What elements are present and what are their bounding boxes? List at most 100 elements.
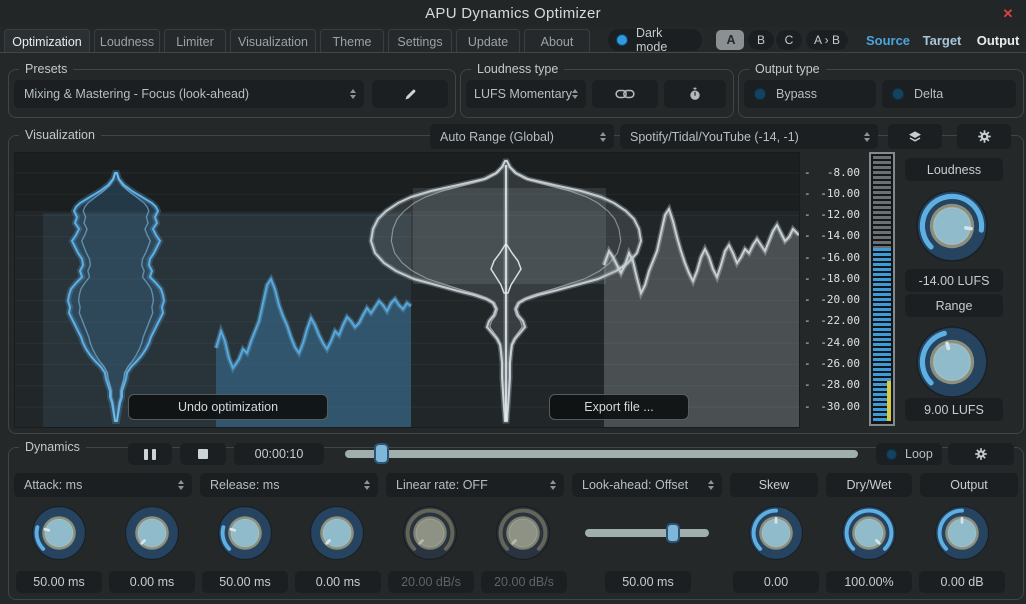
dark-mode-radio-icon [616,34,628,46]
attack-mode-select[interactable]: Attack: ms [14,473,192,497]
target-preset-select[interactable]: Spotify/Tidal/YouTube (-14, -1) [620,124,878,149]
release-knob-1[interactable] [217,505,273,561]
look-ahead-slider-handle[interactable] [666,523,680,543]
tab-about[interactable]: About [524,29,590,53]
tab-update[interactable]: Update [456,29,520,53]
integration-time-button[interactable] [664,80,726,108]
export-file-button[interactable]: Export file ... [549,394,689,420]
transport-time-display: 00:00:10 [234,443,324,465]
dry-wet-knob[interactable] [841,505,897,561]
target-range-value: 9.00 LUFS [905,398,1003,421]
preset-select-value: Mixing & Mastering - Focus (look-ahead) [24,87,249,101]
skew-label: Skew [730,473,818,497]
undo-optimization-button[interactable]: Undo optimization [128,394,328,420]
db-scale-label: --12.00 [798,208,862,222]
bypass-radio-icon [754,88,766,100]
delta-radio-icon [892,88,904,100]
tab-settings[interactable]: Settings [388,29,452,53]
target-preset-value: Spotify/Tidal/YouTube (-14, -1) [630,130,799,144]
monitor-output-button[interactable]: Output [970,30,1026,50]
edit-preset-button[interactable] [372,80,448,108]
title-bar: APU Dynamics Optimizer [0,0,1026,27]
target-loudness-value: -14.00 LUFS [905,269,1003,292]
release-value-1: 50.00 ms [202,571,288,593]
preset-slot-a-button[interactable]: A [716,30,744,50]
dark-mode-toggle[interactable]: Dark mode [608,29,702,51]
db-scale-label: --10.00 [798,186,862,200]
dark-mode-label: Dark mode [636,26,694,54]
visualization-settings-button[interactable] [957,124,1011,149]
preset-slot-c-button[interactable]: C [776,30,802,50]
tab-optimization[interactable]: Optimization [4,29,90,53]
delta-toggle[interactable]: Delta [882,80,1016,108]
tab-loudness[interactable]: Loudness [94,29,160,53]
loop-label: Loop [905,447,933,461]
monitor-target-button[interactable]: Target [916,30,968,50]
monitor-source-button[interactable]: Source [862,30,914,50]
transport-slider[interactable] [345,450,858,458]
release-knob-2[interactable] [309,505,365,561]
loudness-type-select[interactable]: LUFS Momentary [466,80,586,108]
output-value: 0.00 dB [919,571,1005,593]
link-channels-button[interactable] [592,80,658,108]
spinner-icon [600,132,606,142]
linear-rate-value-1: 20.00 dB/s [388,571,474,593]
target-loudness-label: Loudness [905,158,1003,181]
copy-a-to-b-button[interactable]: A › B [806,30,848,50]
gear-icon [974,447,988,461]
bypass-toggle[interactable]: Bypass [744,80,876,108]
loudness-meter [869,152,895,426]
delta-label: Delta [914,87,943,101]
loop-radio-icon [886,449,897,460]
tab-visualization[interactable]: Visualization [230,29,316,53]
target-loudness-knob[interactable] [915,189,989,263]
layers-button[interactable] [888,124,942,149]
dry-wet-value: 100.00% [826,571,912,593]
attack-knob-2[interactable] [124,505,180,561]
db-scale-label: --14.00 [798,229,862,243]
output-label: Output [920,473,1018,497]
tab-limiter[interactable]: Limiter [164,29,226,53]
preset-slot-b-button[interactable]: B [748,30,774,50]
presets-legend: Presets [19,62,73,76]
target-range-knob[interactable] [915,325,989,399]
db-scale-label: --30.00 [798,399,862,413]
dynamics-settings-button[interactable] [948,443,1014,465]
close-icon[interactable]: ✕ [998,5,1018,23]
linear-rate-knob-2 [495,505,551,561]
link-icon [615,89,635,99]
db-scale-label: --28.00 [798,378,862,392]
linear-rate-value: Linear rate: OFF [396,478,488,492]
attack-knob-1[interactable] [31,505,87,561]
stop-button[interactable] [180,443,226,465]
dry-wet-label: Dry/Wet [826,473,912,497]
stop-icon [198,449,208,459]
output-knob[interactable] [934,505,990,561]
spinner-icon [708,480,714,490]
preset-select[interactable]: Mixing & Mastering - Focus (look-ahead) [14,80,364,108]
db-scale-label: --22.00 [798,314,862,328]
range-mode-select[interactable]: Auto Range (Global) [430,124,614,149]
skew-knob[interactable] [748,505,804,561]
spinner-icon [178,480,184,490]
tab-underline [0,52,1026,53]
target-range-label: Range [905,294,1003,317]
range-mode-value: Auto Range (Global) [440,130,554,144]
release-mode-select[interactable]: Release: ms [200,473,378,497]
window-title: APU Dynamics Optimizer [425,5,601,22]
spinner-icon [364,480,370,490]
visualization-legend: Visualization [19,128,101,142]
pause-button[interactable] [128,443,172,465]
tab-theme[interactable]: Theme [320,29,384,53]
spinner-icon [350,89,356,99]
loop-toggle[interactable]: Loop [876,443,942,465]
transport-slider-handle[interactable] [374,443,389,464]
linear-rate-knob-1 [402,505,458,561]
look-ahead-slider[interactable] [585,529,709,537]
skew-value: 0.00 [733,571,819,593]
linear-rate-select[interactable]: Linear rate: OFF [386,473,564,497]
db-scale-label: --26.00 [798,356,862,370]
db-scale-label: --8.00 [798,165,862,179]
attack-value-2: 0.00 ms [109,571,195,593]
look-ahead-select[interactable]: Look-ahead: Offset [572,473,722,497]
